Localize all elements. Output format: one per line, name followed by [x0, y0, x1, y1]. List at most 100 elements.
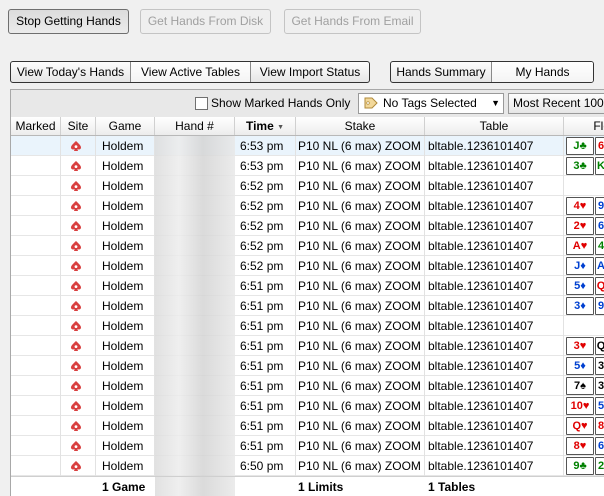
table-cell: bltable.1236101407	[425, 256, 564, 276]
playing-card: 3♥	[566, 337, 594, 355]
table-row[interactable]: Holdem 6:52 pm P10 NL (6 max) ZOOM bltable.…	[11, 256, 604, 276]
view-switcher: View Today's Hands View Active Tables Vi…	[10, 61, 370, 83]
redacted-hand-number	[155, 196, 235, 216]
flop-cards: 3♦ 9	[566, 297, 604, 315]
playing-card: 3♦	[566, 297, 594, 315]
table-row[interactable]: Holdem 6:52 pm P10 NL (6 max) ZOOM bltable.…	[11, 176, 604, 196]
time-cell: 6:52 pm	[235, 196, 296, 216]
marked-cell	[11, 456, 61, 476]
table-row[interactable]: Holdem 6:53 pm P10 NL (6 max) ZOOM bltable.…	[11, 136, 604, 156]
table-footer: 1 Game 1 Limits 1 Tables	[11, 476, 604, 496]
redacted-hand-number	[155, 376, 235, 396]
game-cell: Holdem	[96, 296, 155, 316]
playing-card: J♦	[566, 257, 594, 275]
redacted-hand-number	[155, 156, 235, 176]
view-active-tables-button[interactable]: View Active Tables	[131, 62, 251, 82]
playing-card: 4♥	[566, 197, 594, 215]
marked-cell	[11, 196, 61, 216]
playing-card: A♥	[566, 237, 594, 255]
stake-cell: P10 NL (6 max) ZOOM	[296, 356, 425, 376]
get-hands-from-email-button[interactable]: Get Hands From Email	[284, 9, 421, 34]
column-header-time[interactable]: Time ▼	[235, 117, 296, 135]
playing-card: 10♥	[566, 397, 594, 415]
time-cell: 6:52 pm	[235, 176, 296, 196]
pokerstars-site-icon	[71, 201, 81, 211]
redacted-hand-number	[155, 436, 235, 456]
game-cell: Holdem	[96, 236, 155, 256]
table-row[interactable]: Holdem 6:51 pm P10 NL (6 max) ZOOM bltable.…	[11, 356, 604, 376]
table-row[interactable]: Holdem 6:52 pm P10 NL (6 max) ZOOM bltable.…	[11, 216, 604, 236]
stake-cell: P10 NL (6 max) ZOOM	[296, 396, 425, 416]
flop-cards: A♥ 4	[566, 237, 604, 255]
stake-cell: P10 NL (6 max) ZOOM	[296, 416, 425, 436]
time-cell: 6:53 pm	[235, 156, 296, 176]
stake-cell: P10 NL (6 max) ZOOM	[296, 436, 425, 456]
column-header-game[interactable]: Game	[96, 117, 155, 135]
view-import-status-button[interactable]: View Import Status	[251, 62, 369, 82]
tags-dropdown-label: No Tags Selected	[383, 96, 477, 110]
column-header-flop[interactable]: Flo	[564, 117, 604, 135]
my-hands-button[interactable]: My Hands	[492, 62, 593, 82]
game-cell: Holdem	[96, 196, 155, 216]
pokerstars-site-icon	[71, 361, 81, 371]
table-cell: bltable.1236101407	[425, 436, 564, 456]
playing-card: 8♥	[566, 437, 594, 455]
tags-dropdown[interactable]: No Tags Selected ▼	[358, 93, 504, 114]
pokerstars-site-icon	[71, 441, 81, 451]
stake-cell: P10 NL (6 max) ZOOM	[296, 376, 425, 396]
stake-cell: P10 NL (6 max) ZOOM	[296, 316, 425, 336]
time-cell: 6:51 pm	[235, 336, 296, 356]
get-hands-from-disk-button[interactable]: Get Hands From Disk	[140, 9, 271, 34]
table-row[interactable]: Holdem 6:51 pm P10 NL (6 max) ZOOM bltable.…	[11, 376, 604, 396]
time-cell: 6:51 pm	[235, 376, 296, 396]
view-todays-hands-button[interactable]: View Today's Hands	[11, 62, 131, 82]
pokerstars-site-icon	[71, 281, 81, 291]
most-recent-dropdown[interactable]: Most Recent 100 H	[508, 93, 604, 114]
table-row[interactable]: Holdem 6:51 pm P10 NL (6 max) ZOOM bltable.…	[11, 276, 604, 296]
time-cell: 6:51 pm	[235, 436, 296, 456]
playing-card: J♣	[566, 137, 594, 155]
show-marked-checkbox[interactable]	[195, 97, 208, 110]
stake-cell: P10 NL (6 max) ZOOM	[296, 256, 425, 276]
table-row[interactable]: Holdem 6:51 pm P10 NL (6 max) ZOOM bltable.…	[11, 296, 604, 316]
table-cell: bltable.1236101407	[425, 236, 564, 256]
playing-card: 2♥	[566, 217, 594, 235]
footer-stake-count: 1 Limits	[298, 480, 344, 494]
redacted-hand-number	[155, 256, 235, 276]
flop-cards: 10♥ 5	[566, 397, 604, 415]
table-cell: bltable.1236101407	[425, 316, 564, 336]
table-row[interactable]: Holdem 6:52 pm P10 NL (6 max) ZOOM bltable.…	[11, 236, 604, 256]
table-row[interactable]: Holdem 6:53 pm P10 NL (6 max) ZOOM bltable.…	[11, 156, 604, 176]
column-header-table[interactable]: Table	[425, 117, 564, 135]
table-cell: bltable.1236101407	[425, 136, 564, 156]
column-header-stake[interactable]: Stake	[296, 117, 425, 135]
pokerstars-site-icon	[71, 301, 81, 311]
table-row[interactable]: Holdem 6:51 pm P10 NL (6 max) ZOOM bltable.…	[11, 336, 604, 356]
column-header-site[interactable]: Site	[61, 117, 96, 135]
table-cell: bltable.1236101407	[425, 296, 564, 316]
column-header-hand-number[interactable]: Hand #	[155, 117, 235, 135]
marked-cell	[11, 136, 61, 156]
marked-cell	[11, 276, 61, 296]
table-cell: bltable.1236101407	[425, 216, 564, 236]
stop-getting-hands-button[interactable]: Stop Getting Hands	[8, 9, 129, 34]
playing-card: Q	[595, 337, 604, 355]
hands-summary-button[interactable]: Hands Summary	[391, 62, 492, 82]
hands-table: Marked Site Game Hand # Time ▼ Stake Tab…	[10, 117, 604, 496]
redacted-hand-number	[155, 416, 235, 436]
table-row[interactable]: Holdem 6:51 pm P10 NL (6 max) ZOOM bltable.…	[11, 416, 604, 436]
playing-card: 3	[595, 357, 604, 375]
column-header-marked[interactable]: Marked	[11, 117, 61, 135]
table-row[interactable]: Holdem 6:51 pm P10 NL (6 max) ZOOM bltable.…	[11, 316, 604, 336]
flop-cards: 3♥Q	[566, 337, 604, 355]
stake-cell: P10 NL (6 max) ZOOM	[296, 216, 425, 236]
table-row[interactable]: Holdem 6:52 pm P10 NL (6 max) ZOOM bltable.…	[11, 196, 604, 216]
playing-card: A	[595, 257, 604, 275]
table-row[interactable]: Holdem 6:51 pm P10 NL (6 max) ZOOM bltable.…	[11, 436, 604, 456]
playing-card: 3	[595, 377, 604, 395]
flop-cards: 2♥ 6	[566, 217, 604, 235]
footer-game-count: 1 Game	[102, 480, 146, 494]
marked-cell	[11, 156, 61, 176]
table-row[interactable]: Holdem 6:51 pm P10 NL (6 max) ZOOM bltable.…	[11, 396, 604, 416]
table-row[interactable]: Holdem 6:50 pm P10 NL (6 max) ZOOM bltable.…	[11, 456, 604, 476]
